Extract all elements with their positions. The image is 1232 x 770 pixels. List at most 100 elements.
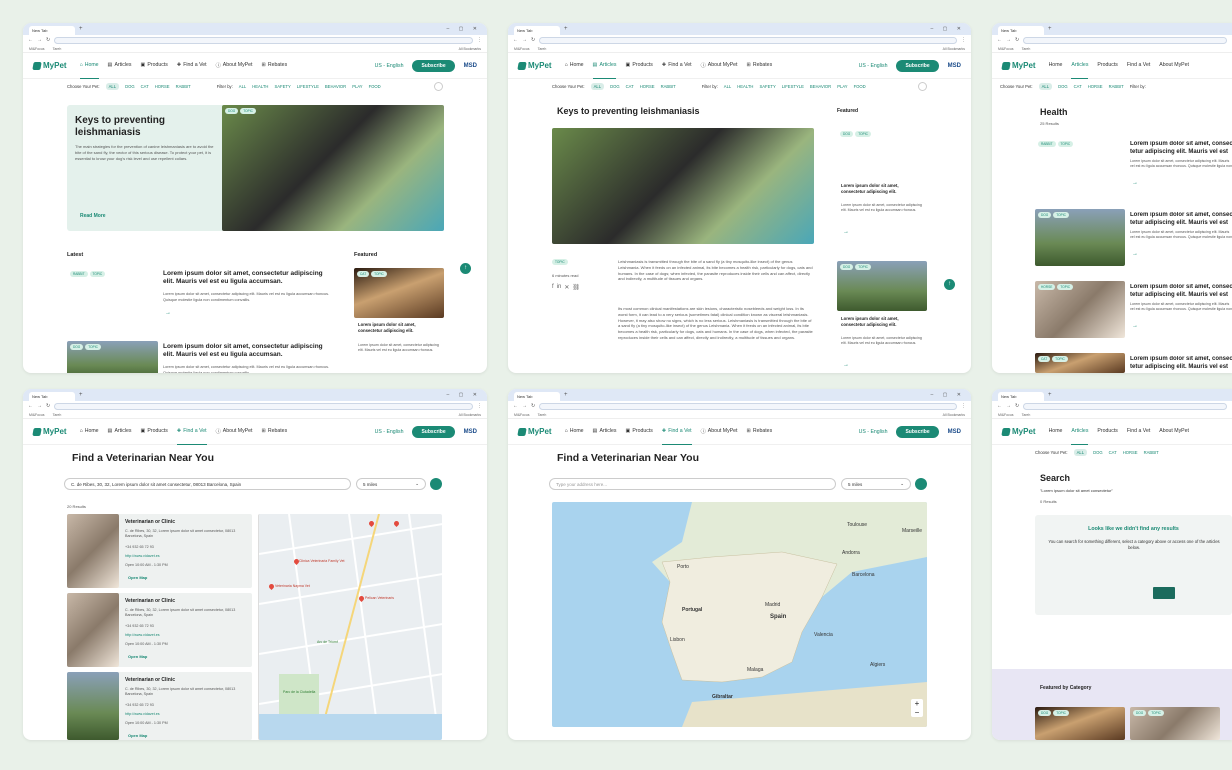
pet-chip-cat[interactable]: CAT	[141, 84, 149, 89]
nav-articles[interactable]: Articles	[1071, 53, 1089, 79]
filter-chip-safety[interactable]: SAFETY	[759, 84, 775, 89]
arrow-icon[interactable]: →	[165, 310, 171, 316]
pet-chip-rabbit[interactable]: RABBIT	[1109, 84, 1124, 89]
nav-home[interactable]: ⌂ Home	[80, 419, 99, 445]
forward-icon[interactable]: →	[1006, 37, 1011, 43]
window-controls[interactable]: – ▢ ✕	[447, 26, 481, 32]
forward-icon[interactable]: →	[522, 403, 527, 409]
nav-articles[interactable]: ▤ Articles	[592, 53, 617, 79]
all-bookmarks[interactable]: All Bookmarks	[943, 47, 965, 51]
filter-chip-all[interactable]: ALL	[724, 84, 731, 89]
clinic-website[interactable]: http://www.vidavet.es	[125, 554, 160, 559]
browser-menu-icon[interactable]: ⋮	[477, 37, 482, 43]
pet-chip-dog[interactable]: DOG	[610, 84, 620, 89]
address-input[interactable]: C. de Ribes, 30, 32, Lorem ipsum dolor s…	[64, 478, 351, 490]
search-button[interactable]	[430, 478, 442, 490]
pet-chip-cat[interactable]: CAT	[626, 84, 634, 89]
pet-chip-all[interactable]: ALL	[590, 82, 605, 90]
browser-tab[interactable]: New Tab	[998, 392, 1044, 401]
search-button[interactable]	[915, 478, 927, 490]
bookmark-item[interactable]: Tareh	[1022, 47, 1031, 51]
nav-about[interactable]: ⓘ About MyPet	[701, 419, 738, 445]
new-tab-icon[interactable]: +	[1048, 392, 1052, 398]
city-map[interactable]: Clinica Veterinaria Family Vet Veterinar…	[258, 514, 442, 740]
all-bookmarks[interactable]: All Bookmarks	[943, 413, 965, 417]
nav-articles[interactable]: ▤ Articles	[108, 53, 132, 79]
msd-logo[interactable]: MSD	[464, 429, 477, 435]
nav-rebates[interactable]: ⊞ Rebates	[746, 53, 772, 79]
topic-tag[interactable]: TOPIC	[552, 259, 568, 265]
bookmark-item[interactable]: Tareh	[1022, 413, 1031, 417]
bookmark-item[interactable]: Mi&Focus	[998, 413, 1014, 417]
nav-products[interactable]: ▣ Products	[140, 419, 167, 445]
pet-chip-horse[interactable]: HORSE	[640, 84, 655, 89]
bookmark-item[interactable]: Mi&Focus	[29, 47, 45, 51]
bookmark-item[interactable]: Mi&Focus	[514, 47, 530, 51]
browser-menu-icon[interactable]: ⋮	[961, 403, 966, 409]
nav-find-vet[interactable]: Find a Vet	[1127, 419, 1150, 445]
new-tab-icon[interactable]: +	[1048, 26, 1052, 32]
filter-chip-behavior[interactable]: BEHAVIOR	[810, 84, 831, 89]
new-tab-icon[interactable]: +	[79, 392, 83, 398]
article-title[interactable]: Lorem ipsum dolor sit amet, consec tetur…	[1130, 284, 1232, 300]
featured-thumb[interactable]: CAT TOPIC	[354, 268, 444, 318]
pet-chip-horse[interactable]: HORSE	[1088, 84, 1103, 89]
article-thumb[interactable]: DOG TOPIC	[1035, 209, 1125, 266]
clinic-website[interactable]: http://www.vidavet.es	[125, 712, 160, 717]
clinic-card[interactable]: Veterinarian or Clinic C. de Ribes, 30, …	[67, 593, 252, 667]
reload-icon[interactable]: ↻	[1015, 403, 1019, 409]
nav-find-vet[interactable]: ✚ Find a Vet	[177, 53, 207, 79]
browser-tab[interactable]: New Tab	[29, 392, 75, 401]
forward-icon[interactable]: →	[522, 37, 527, 43]
mypet-logo[interactable]: MyPet	[517, 427, 552, 436]
pet-chip-cat[interactable]: CAT	[1074, 84, 1082, 89]
pet-chip-horse[interactable]: HORSE	[1123, 450, 1138, 455]
nav-about[interactable]: About MyPet	[1159, 419, 1189, 445]
subscribe-button[interactable]: Subscribe	[412, 59, 455, 72]
article-thumb[interactable]: RABBIT TOPIC	[67, 268, 158, 325]
article-title[interactable]: Lorem ipsum dolor sit amet, consectetur …	[163, 343, 333, 360]
back-icon[interactable]: ←	[997, 403, 1002, 409]
reload-icon[interactable]: ↻	[531, 403, 535, 409]
nav-home[interactable]: ⌂ Home	[565, 53, 584, 79]
article-thumb[interactable]: DOG TOPIC	[67, 341, 158, 373]
pet-chip-dog[interactable]: DOG	[1058, 84, 1068, 89]
filter-chip-all[interactable]: ALL	[239, 84, 246, 89]
featured-thumb[interactable]: DOG TOPIC	[837, 261, 927, 311]
filter-chip-play[interactable]: PLAY	[837, 84, 847, 89]
filter-chip-food[interactable]: FOOD	[369, 84, 381, 89]
featured-title[interactable]: Lorem ipsum dolor sit amet, consectetur …	[841, 183, 923, 195]
browser-tab[interactable]: New Tab	[29, 26, 75, 35]
language-select[interactable]: US - English	[859, 429, 888, 435]
filter-chip-health[interactable]: HEALTH	[252, 84, 268, 89]
nav-home[interactable]: Home	[1049, 53, 1063, 79]
nav-about[interactable]: About MyPet	[1159, 53, 1189, 79]
nav-products[interactable]: ▣ Products	[625, 419, 652, 445]
article-title[interactable]: Lorem ipsum dolor sit amet, consectetur …	[163, 270, 333, 287]
back-icon[interactable]: ←	[28, 403, 33, 409]
window-controls[interactable]: – ▢ ✕	[447, 392, 481, 398]
forward-icon[interactable]: →	[1006, 403, 1011, 409]
forward-icon[interactable]: →	[37, 403, 42, 409]
language-select[interactable]: US - English	[375, 63, 404, 69]
bookmark-item[interactable]: Mi&Focus	[29, 413, 45, 417]
window-controls[interactable]: – ▢ ✕	[931, 392, 965, 398]
open-map-link[interactable]: Open Map	[128, 733, 147, 738]
link-icon[interactable]: ⛓	[572, 284, 580, 291]
x-icon[interactable]: ✕	[564, 284, 569, 291]
url-input[interactable]	[1023, 36, 1227, 44]
pet-chip-all[interactable]: ALL	[1073, 448, 1088, 456]
bookmark-item[interactable]: Tareh	[53, 413, 62, 417]
zoom-in-icon[interactable]: +	[911, 699, 923, 708]
address-input[interactable]: Type your address here...	[549, 478, 836, 490]
article-title[interactable]: Lorem ipsum dolor sit amet, consec tetur…	[1130, 356, 1232, 372]
mypet-logo[interactable]: MyPet	[1001, 427, 1036, 436]
nav-find-vet[interactable]: Find a Vet	[1127, 53, 1150, 79]
back-icon[interactable]: ←	[513, 37, 518, 43]
zoom-out-icon[interactable]: −	[911, 708, 923, 717]
linkedin-icon[interactable]: in	[557, 284, 562, 291]
forward-icon[interactable]: →	[37, 37, 42, 43]
subscribe-button[interactable]: Subscribe	[896, 59, 939, 72]
reload-icon[interactable]: ↻	[46, 403, 50, 409]
browser-tab[interactable]: New Tab	[998, 26, 1044, 35]
